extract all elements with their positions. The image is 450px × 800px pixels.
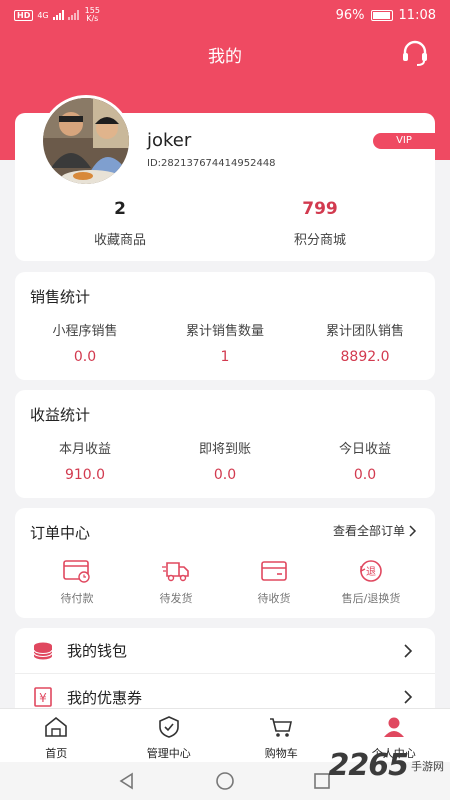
- income-stat-item: 即将到账 0.0: [155, 438, 295, 483]
- menu-item-wallet[interactable]: 我的钱包: [15, 628, 435, 674]
- points-label: 积分商城: [293, 233, 346, 248]
- clock: 11:08: [398, 7, 436, 23]
- orders-title: 订单中心: [30, 524, 91, 542]
- vip-badge: VIP: [373, 133, 435, 149]
- home-circle-icon[interactable]: [214, 771, 236, 791]
- stat-value: 0.0: [213, 467, 237, 483]
- income-stat-item: 本月收益 910.0: [15, 438, 155, 483]
- refund-glyph: 退: [366, 566, 376, 578]
- menu-label: 我的优惠券: [67, 688, 143, 707]
- battery-icon: [370, 9, 393, 21]
- wallet-card-icon: [63, 560, 90, 583]
- stat-label: 今日收益: [338, 442, 391, 457]
- view-all-label: 查看全部订单: [332, 524, 405, 538]
- refund-icon: 退: [360, 560, 382, 582]
- menu-list-card: 我的钱包 ¥ 我的优惠券: [15, 628, 435, 718]
- stat-label: 小程序销售: [52, 324, 118, 339]
- order-label: 待收货: [257, 592, 291, 605]
- back-triangle-icon[interactable]: [117, 771, 137, 791]
- favorites-label: 收藏商品: [93, 233, 146, 248]
- favorites-stat[interactable]: 2 收藏商品: [30, 199, 210, 248]
- watermark-site: 手游网: [411, 759, 444, 773]
- order-label: 售后/退换货: [341, 592, 401, 605]
- chevron-right-icon: [409, 524, 417, 537]
- battery-percent: 96%: [335, 7, 365, 23]
- nav-home[interactable]: 首页: [0, 709, 113, 762]
- order-after-sales[interactable]: 退 售后/退换货: [326, 558, 416, 606]
- order-pending-shipment[interactable]: 待发货: [131, 558, 221, 606]
- sales-stats-card: 销售统计 小程序销售 0.0 累计销售数量 1 累计团队销售 8892.0: [15, 272, 435, 380]
- stat-value: 1: [220, 349, 230, 365]
- receive-box-icon: [261, 561, 287, 581]
- menu-label: 我的钱包: [67, 642, 128, 660]
- stat-value: 0.0: [353, 467, 377, 483]
- page-title: 我的: [208, 47, 242, 67]
- stat-value: 0.0: [73, 349, 97, 365]
- watermark-number: 2265: [328, 748, 409, 783]
- status-bar: HD 4G 155 K/s 96% 11:08: [0, 0, 450, 30]
- order-center-card: 订单中心 查看全部订单 待付款 待发货 待收货 退 售后/退换货: [15, 508, 435, 618]
- coins-icon: [33, 642, 53, 659]
- coupon-yen-icon: ¥: [34, 687, 52, 707]
- nav-label: 首页: [45, 747, 68, 760]
- signal-icon-2: [67, 10, 79, 20]
- watermark: 2265 手游网: [329, 748, 445, 783]
- favorites-count: 2: [114, 199, 126, 219]
- chevron-right-icon: [404, 690, 413, 704]
- profile-card: joker ID:282137674414952448 VIP 2 收藏商品 7…: [15, 95, 435, 261]
- stat-value: 910.0: [64, 467, 106, 483]
- stat-label: 累计销售数量: [185, 324, 264, 339]
- headset-icon[interactable]: [400, 38, 430, 68]
- points-mall-stat[interactable]: 799 积分商城: [230, 199, 410, 248]
- points-count: 799: [302, 199, 338, 219]
- sales-stat-item: 累计销售数量 1: [155, 320, 295, 365]
- delivery-truck-icon: [162, 562, 189, 582]
- stat-label: 即将到账: [198, 442, 251, 457]
- order-label: 待付款: [60, 592, 94, 605]
- nav-management[interactable]: 管理中心: [113, 709, 226, 762]
- income-stats-card: 收益统计 本月收益 910.0 即将到账 0.0 今日收益 0.0: [15, 390, 435, 498]
- order-pending-receipt[interactable]: 待收货: [229, 558, 319, 606]
- stat-label: 本月收益: [58, 442, 111, 457]
- nav-label: 购物车: [264, 747, 298, 760]
- view-all-orders-link[interactable]: 查看全部订单: [333, 522, 417, 539]
- speed-unit: K/s: [86, 14, 99, 23]
- signal-icon: [52, 10, 64, 20]
- svg-text:¥: ¥: [39, 691, 47, 705]
- income-stats-row: 本月收益 910.0 即将到账 0.0 今日收益 0.0: [15, 438, 435, 483]
- sales-title: 销售统计: [30, 288, 91, 306]
- income-stat-item: 今日收益 0.0: [295, 438, 435, 483]
- nav-label: 管理中心: [146, 747, 191, 760]
- avatar-photo: [43, 98, 129, 184]
- status-left: HD 4G 155 K/s: [14, 7, 100, 23]
- order-pending-payment[interactable]: 待付款: [32, 558, 122, 606]
- sales-stat-item: 累计团队销售 8892.0: [295, 320, 435, 365]
- sales-stats-row: 小程序销售 0.0 累计销售数量 1 累计团队销售 8892.0: [15, 320, 435, 365]
- person-icon: [383, 717, 404, 737]
- network-type: HD: [14, 9, 34, 21]
- home-icon: [45, 716, 68, 737]
- stat-label: 累计团队销售: [325, 324, 404, 339]
- network-speed: 155 K/s: [85, 7, 100, 23]
- status-right: 96% 11:08: [336, 8, 436, 23]
- sales-stat-item: 小程序销售 0.0: [15, 320, 155, 365]
- username: joker: [147, 130, 192, 151]
- nav-cart[interactable]: 购物车: [225, 709, 338, 762]
- order-label: 待发货: [159, 592, 193, 605]
- stat-value: 8892.0: [340, 349, 390, 365]
- chevron-right-icon: [404, 643, 413, 658]
- cart-icon: [270, 718, 293, 737]
- signal-type: 4G: [37, 10, 49, 20]
- shield-check-icon: [158, 716, 179, 738]
- user-id: ID:282137674414952448: [147, 158, 276, 169]
- income-title: 收益统计: [30, 406, 91, 424]
- avatar[interactable]: [40, 95, 132, 187]
